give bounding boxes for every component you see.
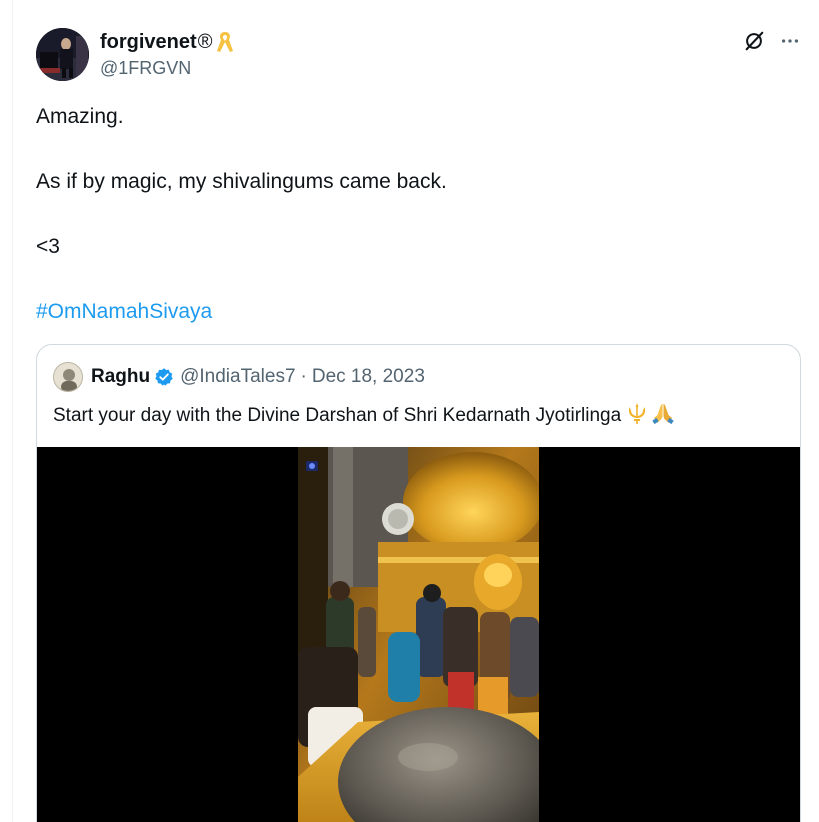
trident-emoji xyxy=(625,401,649,431)
grok-icon[interactable] xyxy=(743,30,765,52)
quoted-avatar[interactable] xyxy=(53,362,83,392)
quoted-date[interactable]: Dec 18, 2023 xyxy=(312,366,425,388)
author-display-name[interactable]: forgivenet xyxy=(100,31,197,54)
hashtag-link[interactable]: #OmNamahSivaya xyxy=(36,298,212,326)
more-icon[interactable] xyxy=(779,30,801,52)
quoted-tweet[interactable]: Raghu @IndiaTales7 · Dec 18, 2023 Start … xyxy=(36,344,801,822)
avatar[interactable] xyxy=(36,28,89,81)
author-handle[interactable]: @1FRGVN xyxy=(100,58,191,79)
quoted-emojis xyxy=(625,401,675,431)
quoted-tweet-header: Raghu @IndiaTales7 · Dec 18, 2023 xyxy=(53,362,425,392)
quoted-text: Start your day with the Divine Darshan o… xyxy=(53,405,622,426)
tweet-actions xyxy=(743,30,801,52)
post-line-3: <3 xyxy=(36,235,60,258)
tweet-header: forgivenet ® @1FRGVN xyxy=(36,28,801,84)
post-line-1: Amazing. xyxy=(36,105,124,128)
quoted-author-handle[interactable]: @IndiaTales7 xyxy=(180,366,295,388)
registered-mark: ® xyxy=(197,30,213,53)
video-player[interactable] xyxy=(37,447,800,822)
dot-separator: · xyxy=(300,366,307,387)
verified-badge-icon xyxy=(154,367,174,387)
author-name-row: forgivenet ® xyxy=(100,30,234,54)
quoted-text-row: Start your day with the Divine Darshan o… xyxy=(53,401,675,431)
post-line-2: As if by magic, my shivalingums came bac… xyxy=(36,170,447,193)
yellow-ribbon-icon xyxy=(216,30,234,54)
quoted-author-name[interactable]: Raghu xyxy=(91,366,150,388)
video-frame[interactable] xyxy=(298,447,539,822)
folded-hands-emoji xyxy=(651,401,675,431)
timeline-border xyxy=(12,0,13,822)
